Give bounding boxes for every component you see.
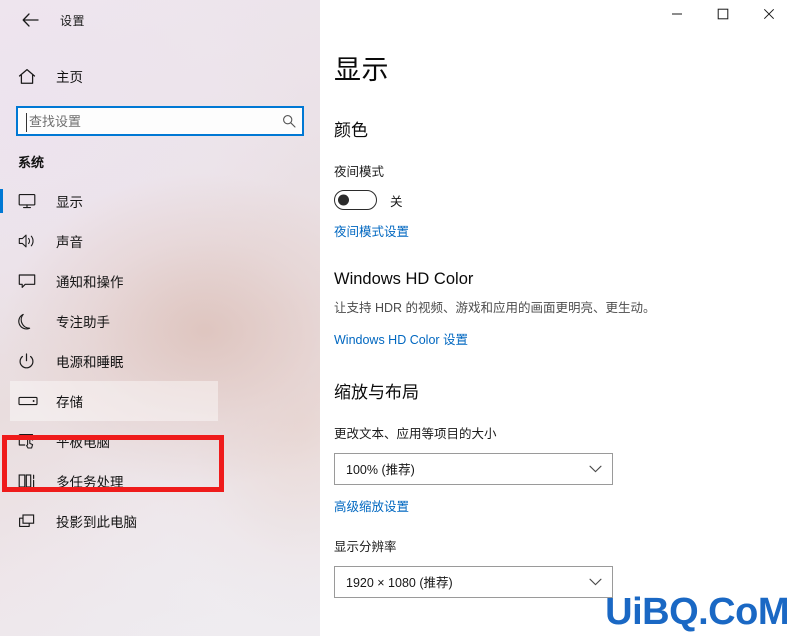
- sidebar-item-notifications[interactable]: 通知和操作: [0, 261, 320, 301]
- night-light-toggle[interactable]: [334, 190, 377, 210]
- sidebar-item-tablet[interactable]: 平板电脑: [0, 421, 320, 461]
- multitask-icon: [18, 473, 40, 489]
- selection-accent-bar: [0, 509, 3, 533]
- selection-accent-bar: [0, 349, 3, 373]
- advanced-scaling-link[interactable]: 高级缩放设置: [334, 496, 409, 515]
- titlebar-left: 设置: [0, 0, 320, 40]
- selection-accent-bar: [10, 389, 13, 413]
- sidebar-nav: 显示 声音 通知和操作 专注助手 电源和睡眠 存储 平板电脑 多任务处理 投影到…: [0, 175, 320, 541]
- sidebar-item-focus-assist-label: 专注助手: [56, 315, 110, 330]
- night-light-label: 夜间模式: [334, 165, 385, 179]
- minimize-icon: [671, 7, 683, 25]
- chevron-down-icon: [589, 465, 602, 473]
- night-light-toggle-state: 关: [390, 194, 403, 209]
- selection-accent-bar: [0, 469, 3, 493]
- section-heading-scale-layout: 缩放与布局: [334, 382, 419, 402]
- sidebar-item-sound[interactable]: 声音: [0, 221, 320, 261]
- night-light-toggle-row: 关: [334, 190, 792, 210]
- close-icon: [763, 7, 775, 25]
- search-input[interactable]: [18, 113, 276, 129]
- sidebar-group-title: 系统: [18, 155, 45, 170]
- close-button[interactable]: [746, 0, 792, 32]
- sidebar-item-power-sleep[interactable]: 电源和睡眠: [0, 341, 320, 381]
- speaker-icon: [18, 233, 40, 249]
- sidebar-item-storage[interactable]: 存储: [10, 381, 218, 421]
- hd-color-settings-link[interactable]: Windows HD Color 设置: [334, 329, 468, 348]
- sidebar-item-display[interactable]: 显示: [0, 181, 320, 221]
- window-controls: [654, 0, 792, 32]
- page-title: 显示: [334, 55, 389, 85]
- project-icon: [18, 513, 40, 529]
- search-box[interactable]: [16, 106, 304, 136]
- sidebar-item-projecting[interactable]: 投影到此电脑: [0, 501, 320, 541]
- sidebar-item-focus-assist[interactable]: 专注助手: [0, 301, 320, 341]
- hd-color-description: 让支持 HDR 的视频、游戏和应用的画面更明亮、更生动。: [334, 301, 656, 315]
- sidebar-item-notifications-label: 通知和操作: [56, 275, 124, 290]
- sidebar-item-multitasking-label: 多任务处理: [56, 475, 124, 490]
- sidebar-item-home-label: 主页: [56, 70, 83, 85]
- monitor-icon: [18, 193, 40, 209]
- scale-dropdown[interactable]: 100% (推荐): [334, 452, 613, 485]
- section-heading-color: 颜色: [334, 121, 368, 140]
- selection-accent-bar: [0, 189, 3, 213]
- maximize-icon: [717, 7, 729, 25]
- window-title: 设置: [60, 13, 86, 28]
- resolution-label: 显示分辨率: [334, 539, 397, 554]
- toggle-knob: [338, 194, 349, 206]
- sidebar-item-projecting-label: 投影到此电脑: [56, 515, 137, 530]
- watermark: UiBQ.CoM: [605, 591, 789, 633]
- home-icon: [18, 68, 42, 85]
- text-cursor: [26, 113, 27, 132]
- sidebar-item-storage-label: 存储: [56, 395, 83, 410]
- sidebar-item-home[interactable]: 主页: [0, 58, 320, 94]
- sidebar: 设置 主页 查找设置 系统 显示 声音 通知和操作 专注助手 电源和睡眠 存储 …: [0, 0, 320, 636]
- maximize-button[interactable]: [700, 0, 746, 32]
- back-button[interactable]: [8, 4, 52, 36]
- notification-icon: [18, 273, 40, 289]
- scale-dropdown-value: 100% (推荐): [346, 463, 415, 478]
- resolution-dropdown-value: 1920 × 1080 (推荐): [346, 576, 453, 591]
- selection-accent-bar: [0, 229, 3, 253]
- sidebar-item-tablet-label: 平板电脑: [56, 435, 110, 450]
- moon-icon: [18, 313, 40, 330]
- chevron-down-icon: [589, 578, 602, 586]
- main-content: 显示 颜色 夜间模式 关 夜间模式设置 Windows HD Color 让支持…: [320, 0, 792, 636]
- tablet-icon: [18, 433, 40, 449]
- section-heading-hd-color: Windows HD Color: [334, 270, 474, 288]
- settings-window: 设置 主页 查找设置 系统 显示 声音 通知和操作 专注助手 电源和睡眠 存储 …: [0, 0, 792, 636]
- search-icon[interactable]: [276, 114, 302, 128]
- storage-icon: [18, 395, 40, 407]
- scale-label: 更改文本、应用等项目的大小: [334, 426, 497, 441]
- settings-content: 显示 颜色 夜间模式 关 夜间模式设置 Windows HD Color 让支持…: [320, 0, 792, 598]
- sidebar-item-multitasking[interactable]: 多任务处理: [0, 461, 320, 501]
- back-arrow-icon: [22, 13, 39, 27]
- sidebar-item-display-label: 显示: [56, 195, 83, 210]
- selection-accent-bar: [0, 269, 3, 293]
- sidebar-item-power-sleep-label: 电源和睡眠: [56, 355, 124, 370]
- selection-accent-bar: [0, 309, 3, 333]
- resolution-dropdown[interactable]: 1920 × 1080 (推荐): [334, 565, 613, 598]
- night-light-settings-link[interactable]: 夜间模式设置: [334, 221, 409, 240]
- minimize-button[interactable]: [654, 0, 700, 32]
- selection-accent-bar: [0, 429, 3, 453]
- sidebar-item-sound-label: 声音: [56, 235, 83, 250]
- power-icon: [18, 352, 40, 370]
- search-container: [0, 94, 320, 136]
